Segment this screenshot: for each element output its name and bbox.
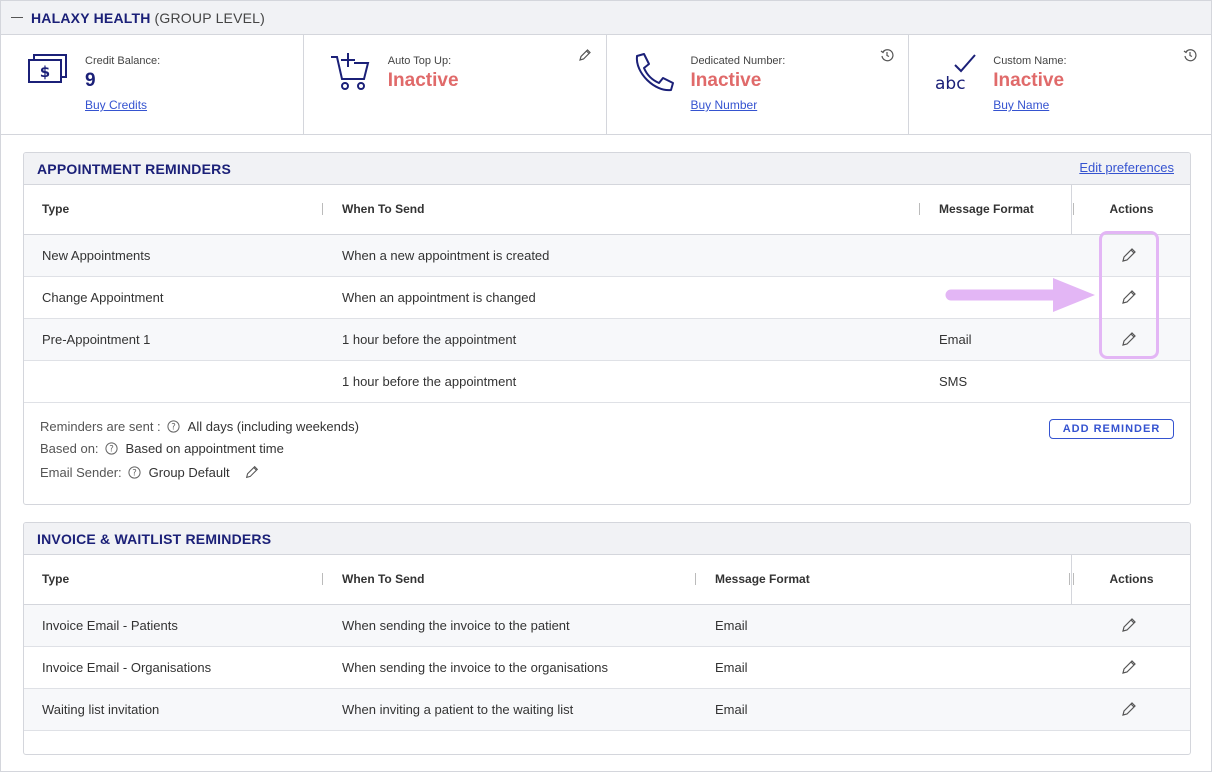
group-title: HALAXY HEALTH bbox=[31, 9, 151, 26]
summary-cards: $ Credit Balance: 9 Buy Credits Auto Top… bbox=[1, 35, 1211, 135]
reminders-sent-label: Reminders are sent : bbox=[40, 419, 161, 434]
row-type: Change Appointment bbox=[42, 290, 164, 305]
edit-preferences-link[interactable]: Edit preferences bbox=[1079, 160, 1174, 175]
group-header[interactable]: HALAXY HEALTH (GROUP LEVEL) bbox=[1, 1, 1211, 35]
reminder-settings: Reminders are sent : ? All days (includi… bbox=[24, 403, 1190, 504]
col-when[interactable]: When To Send bbox=[342, 572, 424, 586]
row-format: Email bbox=[939, 332, 972, 347]
group-subtitle: (GROUP LEVEL) bbox=[154, 9, 266, 26]
dedicated-number-status: Inactive bbox=[690, 70, 762, 91]
based-on-setting: Based on: ? Based on appointment time bbox=[40, 441, 284, 456]
row-type: Waiting list invitation bbox=[42, 702, 160, 717]
pencil-icon[interactable] bbox=[578, 48, 592, 62]
row-format: Email bbox=[715, 702, 748, 717]
row-when: When inviting a patient to the waiting l… bbox=[342, 702, 574, 717]
auto-top-up-card: Auto Top Up: Inactive bbox=[304, 35, 607, 135]
row-type: Invoice Email - Patients bbox=[42, 618, 178, 633]
col-type[interactable]: Type bbox=[42, 572, 69, 586]
email-sender-label: Email Sender: bbox=[40, 464, 122, 480]
col-actions: Actions bbox=[1109, 572, 1154, 586]
reminders-sent-value: All days (including weekends) bbox=[187, 419, 359, 434]
col-type[interactable]: Type bbox=[42, 202, 69, 216]
row-when: When sending the invoice to the patient bbox=[342, 618, 570, 633]
appointment-reminders-panel: APPOINTMENT REMINDERS Edit preferences T… bbox=[23, 152, 1191, 505]
phone-icon bbox=[635, 53, 674, 92]
edit-pencil-icon[interactable] bbox=[1120, 658, 1138, 676]
edit-pencil-icon[interactable] bbox=[1120, 246, 1138, 264]
table-row: Invoice Email - Patients When sending th… bbox=[24, 605, 1190, 647]
credit-balance-value: 9 bbox=[85, 70, 96, 91]
svg-text:?: ? bbox=[132, 468, 137, 478]
table-row: 1 hour before the appointment SMS bbox=[24, 361, 1190, 403]
buy-number-link[interactable]: Buy Number bbox=[691, 98, 758, 112]
buy-name-link[interactable]: Buy Name bbox=[993, 98, 1049, 112]
custom-name-label: Custom Name: bbox=[993, 55, 1067, 67]
custom-name-card: abc Custom Name: Inactive Buy Name bbox=[909, 35, 1211, 135]
history-icon[interactable] bbox=[880, 48, 894, 62]
dedicated-number-label: Dedicated Number: bbox=[690, 55, 786, 67]
table-row: Change Appointment When an appointment i… bbox=[24, 277, 1190, 319]
history-icon[interactable] bbox=[1183, 48, 1197, 62]
reminders-sent-setting: Reminders are sent : ? All days (includi… bbox=[40, 419, 359, 434]
edit-pencil-icon[interactable] bbox=[1120, 700, 1138, 718]
svg-text:abc: abc bbox=[935, 74, 966, 93]
col-actions: Actions bbox=[1109, 202, 1154, 216]
credit-balance-label: Credit Balance: bbox=[85, 55, 161, 67]
abc-check-icon: abc bbox=[935, 54, 977, 93]
invoice-waitlist-title: INVOICE & WAITLIST REMINDERS bbox=[37, 531, 272, 547]
row-when: 1 hour before the appointment bbox=[342, 374, 517, 389]
auto-top-up-status: Inactive bbox=[387, 70, 459, 91]
money-icon: $ bbox=[28, 54, 67, 83]
row-format: Email bbox=[715, 660, 748, 675]
based-on-value: Based on appointment time bbox=[125, 441, 284, 456]
based-on-label: Based on: bbox=[40, 441, 99, 456]
row-type: Invoice Email - Organisations bbox=[42, 660, 212, 675]
dedicated-number-card: Dedicated Number: Inactive Buy Number bbox=[607, 35, 910, 135]
row-format: SMS bbox=[939, 374, 968, 389]
edit-sender-pencil-icon[interactable] bbox=[244, 464, 260, 480]
table-row: New Appointments When a new appointment … bbox=[24, 235, 1190, 277]
collapse-icon[interactable] bbox=[11, 17, 23, 18]
row-when: 1 hour before the appointment bbox=[342, 332, 517, 347]
help-icon[interactable]: ? bbox=[128, 465, 141, 479]
row-when: When an appointment is changed bbox=[342, 290, 536, 305]
add-reminder-button[interactable]: ADD REMINDER bbox=[1049, 419, 1174, 439]
appointment-reminders-title: APPOINTMENT REMINDERS bbox=[37, 161, 231, 177]
email-sender-setting: Email Sender: ? Group Default bbox=[40, 464, 260, 480]
col-format[interactable]: Message Format bbox=[939, 202, 1034, 216]
buy-credits-link[interactable]: Buy Credits bbox=[85, 98, 147, 112]
col-when[interactable]: When To Send bbox=[342, 202, 424, 216]
edit-pencil-icon[interactable] bbox=[1120, 330, 1138, 348]
custom-name-status: Inactive bbox=[993, 70, 1065, 91]
svg-text:?: ? bbox=[109, 445, 114, 455]
table-row: Invoice Email - Organisations When sendi… bbox=[24, 647, 1190, 689]
email-sender-value: Group Default bbox=[148, 464, 230, 480]
svg-text:$: $ bbox=[40, 63, 50, 81]
row-when: When a new appointment is created bbox=[342, 248, 550, 263]
row-when: When sending the invoice to the organisa… bbox=[342, 660, 608, 675]
credit-balance-card: $ Credit Balance: 9 Buy Credits bbox=[1, 35, 304, 135]
auto-top-up-label: Auto Top Up: bbox=[387, 55, 452, 67]
help-icon[interactable]: ? bbox=[104, 442, 118, 455]
table-row: Waiting list invitation When inviting a … bbox=[24, 689, 1190, 731]
row-format: Email bbox=[715, 618, 748, 633]
table-header: Type When To Send Message Format Actions bbox=[24, 185, 1190, 235]
table-header: Type When To Send Message Format Actions bbox=[24, 555, 1190, 605]
cart-plus-icon bbox=[330, 53, 370, 90]
table-row: Pre-Appointment 1 1 hour before the appo… bbox=[24, 319, 1190, 361]
col-format[interactable]: Message Format bbox=[715, 572, 810, 586]
svg-text:?: ? bbox=[171, 423, 176, 433]
edit-pencil-icon[interactable] bbox=[1120, 616, 1138, 634]
invoice-waitlist-panel: INVOICE & WAITLIST REMINDERS Type When T… bbox=[23, 522, 1191, 755]
sms-settings-page: HALAXY HEALTH (GROUP LEVEL) $ Credit Bal… bbox=[0, 0, 1212, 772]
row-type: Pre-Appointment 1 bbox=[42, 332, 151, 347]
edit-pencil-icon[interactable] bbox=[1120, 288, 1138, 306]
row-type: New Appointments bbox=[42, 248, 151, 263]
help-icon[interactable]: ? bbox=[167, 420, 180, 433]
